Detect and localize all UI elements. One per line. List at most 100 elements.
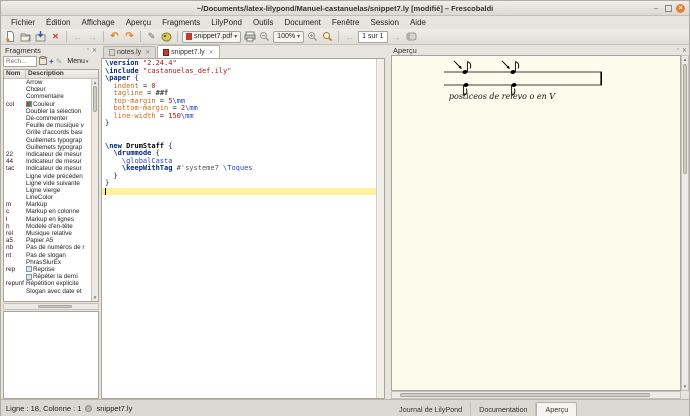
previous-page-icon[interactable]: ← [343, 30, 356, 43]
fragments-search-input[interactable] [3, 56, 37, 67]
fragment-row[interactable]: a5Papier A5 [4, 237, 91, 244]
zoom-selector[interactable]: 100% ▾ [273, 31, 304, 43]
titlebar[interactable]: ~/Documents/latex-lilypond/Manuel-castan… [1, 1, 689, 16]
code-line-16[interactable]: } [105, 173, 375, 181]
float-panel-icon[interactable]: ▫ [87, 47, 89, 53]
fragment-row[interactable]: tacIndicateur de mesur [4, 165, 91, 172]
code-editor[interactable]: \version "2.24.4"\include "castanuelas_d… [101, 58, 385, 399]
preview-horizontal-scrollbar[interactable] [391, 391, 681, 399]
code-line-8[interactable]: line-width = 150\mm [105, 113, 375, 121]
magnifier-icon[interactable] [321, 30, 334, 43]
back-icon[interactable]: ← [71, 30, 84, 43]
lilypond-icon[interactable] [160, 30, 173, 43]
add-snippet-icon[interactable]: + [49, 56, 54, 67]
fragment-row[interactable]: cMarkup en colonne [4, 208, 91, 215]
editor-vertical-scrollbar[interactable] [376, 59, 384, 398]
menu-item-édition[interactable]: Édition [41, 17, 75, 28]
scroll-down-icon[interactable]: ▼ [92, 295, 98, 300]
undo-icon[interactable]: ↶ [108, 30, 121, 43]
fragment-row[interactable]: Commentaire [4, 93, 91, 100]
code-line-18[interactable] [102, 188, 384, 196]
fragment-row[interactable]: nbPas de numéros de r [4, 244, 91, 251]
panel-tab-documentation[interactable]: Documentation [471, 402, 536, 416]
scrollbar-thumb[interactable] [38, 305, 72, 308]
fragment-row[interactable]: Grille d'accords basi [4, 129, 91, 136]
fragments-vertical-scrollbar[interactable]: ▲ ▼ [91, 79, 98, 301]
fragment-row[interactable]: Ligne vide suivante [4, 180, 91, 187]
jump-to-cursor-icon[interactable] [405, 30, 418, 43]
page-number-field[interactable]: 1 sur 1 [358, 31, 387, 43]
fragment-row[interactable]: repReprise [4, 266, 91, 273]
scroll-up-icon[interactable]: ▲ [92, 80, 98, 85]
fragment-row[interactable]: Slogan avec date et [4, 287, 91, 294]
scroll-up-icon[interactable]: ▲ [682, 57, 688, 62]
fragment-row[interactable]: 44Indicateur de mesur [4, 158, 91, 165]
preview-vertical-scrollbar[interactable]: ▲ ▼ [681, 55, 689, 391]
fragment-row[interactable]: PhrasSlurEx [4, 259, 91, 266]
fragment-row[interactable]: mMarkup [4, 201, 91, 208]
fragments-menu-button[interactable]: Menu ▾ [64, 56, 91, 67]
paste-snippet-icon[interactable] [39, 56, 47, 68]
fragment-row[interactable]: Dé-commenter [4, 115, 91, 122]
fragment-row[interactable]: lMarkup en lignes [4, 216, 91, 223]
fragment-row[interactable]: Feuille de musique v [4, 122, 91, 129]
code-line-2[interactable]: \include "castanuelas_def.ily" [105, 68, 375, 76]
scrollbar-thumb[interactable] [683, 64, 687, 174]
code-area[interactable]: \version "2.24.4"\include "castanuelas_d… [105, 60, 375, 195]
menu-item-affichage[interactable]: Affichage [76, 17, 119, 28]
code-line-17[interactable]: } [105, 180, 375, 188]
close-tab-icon[interactable]: ✕ [209, 49, 214, 56]
fragment-row[interactable]: ntPas de slogan [4, 252, 91, 259]
document-tab-notes.ly[interactable]: notes.ly✕ [103, 46, 156, 58]
fragment-row[interactable]: Doubler la sélection [4, 108, 91, 115]
menu-item-fenêtre[interactable]: Fenêtre [327, 17, 365, 28]
float-panel-icon[interactable]: ▫ [677, 47, 679, 53]
fragment-row[interactable]: 22Indicateur de mesur [4, 151, 91, 158]
fragment-row[interactable]: colCouleur [4, 101, 91, 108]
scrollbar-thumb[interactable] [93, 86, 97, 112]
code-line-9[interactable]: } [105, 120, 375, 128]
fragment-row[interactable]: Ligne vierge [4, 187, 91, 194]
forward-icon[interactable]: → [86, 30, 99, 43]
open-document-icon[interactable] [19, 30, 32, 43]
maximize-button[interactable] [665, 5, 672, 12]
menu-item-outils[interactable]: Outils [248, 17, 278, 28]
fragment-row[interactable]: Ligne vide précéden [4, 172, 91, 179]
panel-tab-journal-de-lilypond[interactable]: Journal de LilyPond [391, 402, 471, 416]
edit-snippet-icon[interactable]: ✎ [56, 56, 63, 67]
fragment-row[interactable]: LineColor [4, 194, 91, 201]
close-tab-icon[interactable]: ✕ [145, 49, 150, 56]
music-view-document-selector[interactable]: snippet7.pdf ▾ [182, 31, 241, 43]
code-line-10[interactable] [105, 128, 375, 136]
document-tab-snippet7.ly[interactable]: snippet7.ly✕ [157, 45, 220, 58]
code-line-15[interactable]: \keepWithTag #'systeme7 \Toques [105, 165, 375, 173]
fragment-row[interactable]: Guillemets typograp [4, 144, 91, 151]
save-icon[interactable] [34, 30, 47, 43]
zoom-out-icon[interactable] [258, 30, 271, 43]
menu-item-lilypond[interactable]: LilyPond [206, 17, 247, 28]
scrollbar-thumb[interactable] [400, 393, 650, 397]
fragment-row[interactable]: repunfRépétition explicite [4, 280, 91, 287]
menu-item-aide[interactable]: Aide [405, 17, 431, 28]
close-panel-icon[interactable]: ✕ [92, 47, 97, 54]
menu-item-session[interactable]: Session [365, 17, 403, 28]
close-document-icon[interactable]: ✕ [49, 30, 62, 43]
fragments-column-headers[interactable]: Nom Description [4, 70, 98, 79]
menu-item-document[interactable]: Document [279, 17, 325, 28]
fragment-row[interactable]: hModèle d'en-tête [4, 223, 91, 230]
next-page-icon[interactable]: → [390, 30, 403, 43]
minimize-button[interactable]: – [651, 4, 661, 14]
menu-item-fragments[interactable]: Fragments [157, 17, 205, 28]
fragment-row[interactable]: Chœur [4, 86, 91, 93]
scroll-down-icon[interactable]: ▼ [682, 384, 688, 389]
new-document-icon[interactable] [4, 30, 17, 43]
panel-tab-aperçu[interactable]: Aperçu [536, 402, 577, 416]
close-panel-icon[interactable]: ✕ [682, 47, 687, 54]
fragment-row[interactable]: relMusique relative [4, 230, 91, 237]
fragments-horizontal-scrollbar[interactable] [3, 303, 99, 310]
fragment-row[interactable]: Répéter la derni [4, 273, 91, 280]
engrave-icon[interactable]: ✎ [145, 30, 158, 43]
fragment-row[interactable]: Guillemets typograp [4, 137, 91, 144]
zoom-in-icon[interactable] [306, 30, 319, 43]
menu-item-aperçu[interactable]: Aperçu [121, 17, 156, 28]
